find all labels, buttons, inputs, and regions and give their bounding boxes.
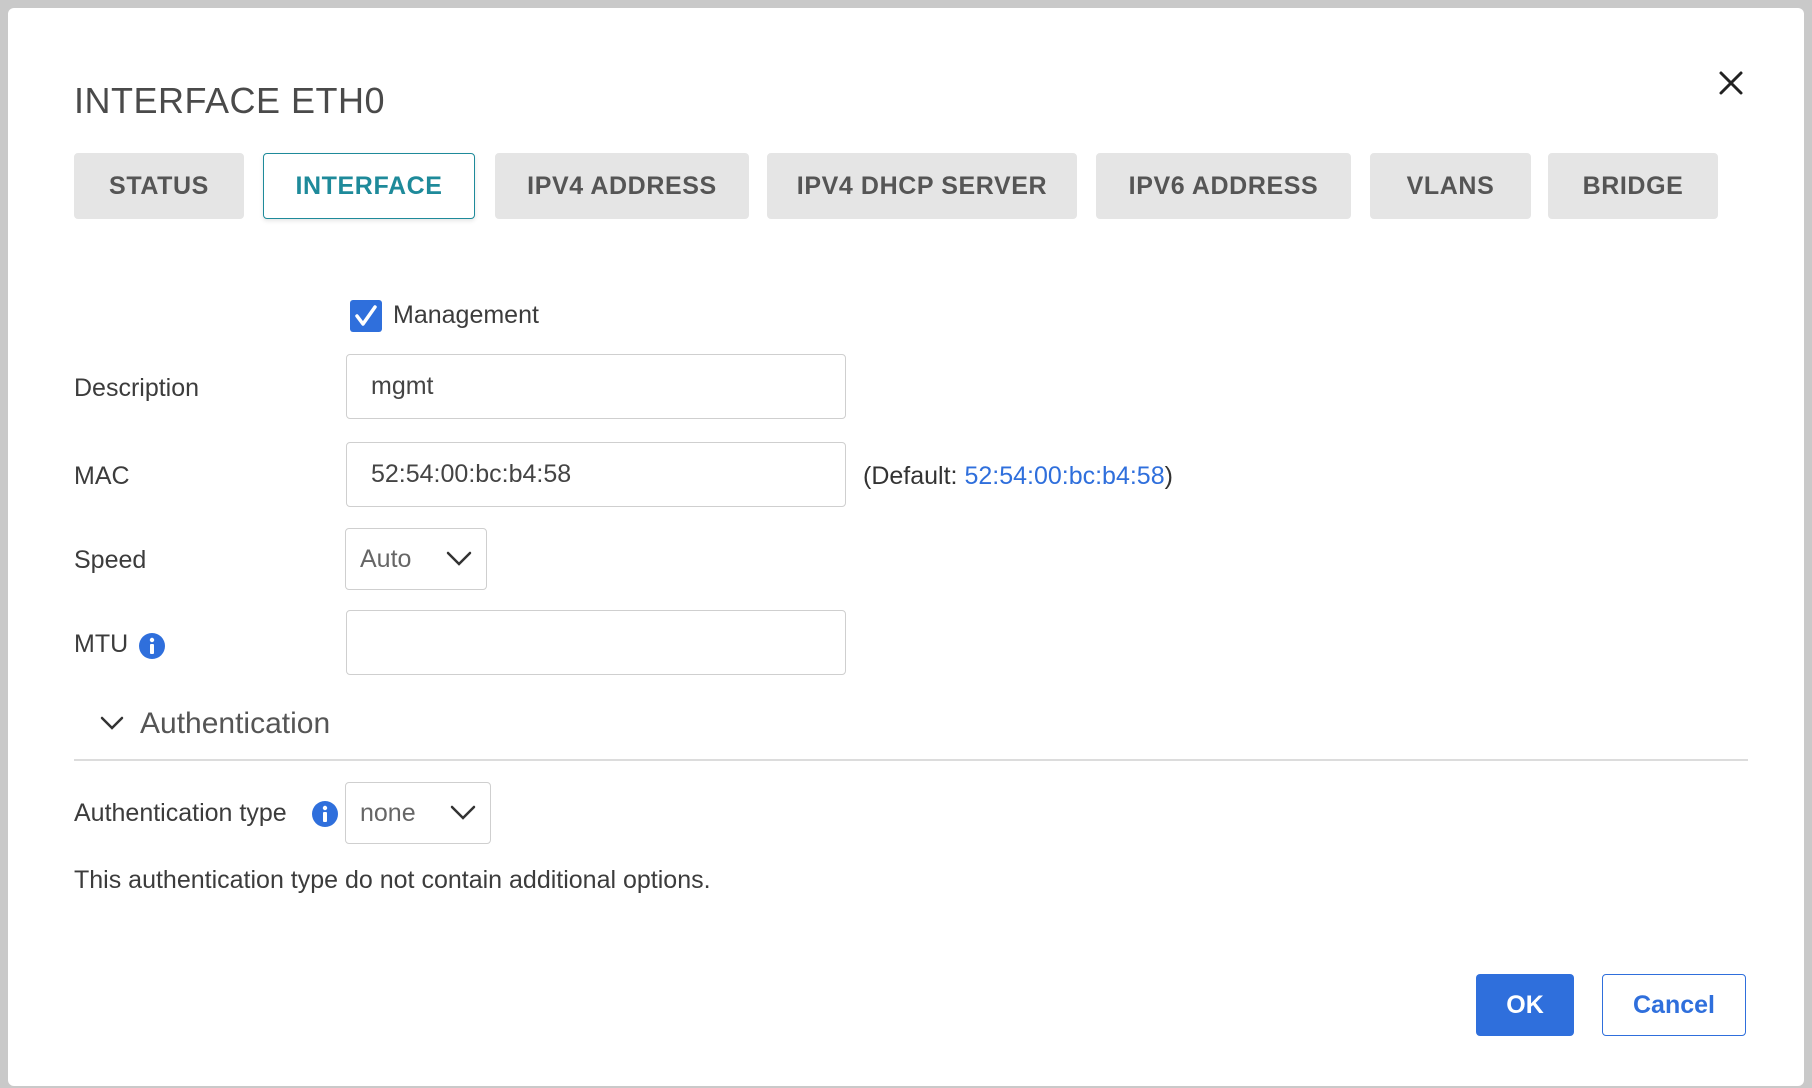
mac-default-suffix: ): [1164, 462, 1173, 490]
management-checkbox[interactable]: [350, 300, 382, 332]
cancel-button[interactable]: Cancel: [1602, 974, 1746, 1036]
close-icon[interactable]: [1714, 66, 1748, 100]
speed-select[interactable]: Auto: [345, 528, 487, 590]
authentication-type-label: Authentication type: [74, 799, 287, 827]
section-divider: [74, 759, 1748, 761]
description-input[interactable]: mgmt: [346, 354, 846, 419]
tab-bridge[interactable]: BRIDGE: [1548, 153, 1718, 219]
mac-default-link[interactable]: 52:54:00:bc:b4:58: [964, 462, 1164, 490]
authentication-type-value: none: [360, 798, 416, 827]
authentication-type-select[interactable]: none: [345, 782, 491, 844]
interface-dialog: INTERFACE ETH0 STATUS INTERFACE IPV4 ADD…: [8, 8, 1804, 1086]
tab-interface[interactable]: INTERFACE: [263, 153, 475, 219]
info-icon[interactable]: [311, 800, 339, 828]
mtu-input[interactable]: [346, 610, 846, 675]
authentication-section-toggle[interactable]: Authentication: [100, 704, 330, 744]
tab-vlans[interactable]: VLANS: [1370, 153, 1531, 219]
chevron-down-icon: [450, 805, 476, 820]
description-label: Description: [74, 374, 200, 402]
mac-label: MAC: [74, 462, 130, 490]
mac-default-prefix: (Default:: [863, 462, 965, 490]
tab-status[interactable]: STATUS: [74, 153, 244, 219]
ok-button[interactable]: OK: [1476, 974, 1574, 1036]
mac-default-hint: (Default: 52:54:00:bc:b4:58): [863, 462, 1173, 491]
mtu-label: MTU: [74, 630, 129, 658]
authentication-note: This authentication type do not contain …: [74, 866, 711, 894]
speed-value: Auto: [360, 544, 412, 573]
chevron-down-icon: [100, 716, 124, 730]
tab-ipv6-address[interactable]: IPV6 ADDRESS: [1096, 153, 1351, 219]
chevron-down-icon: [446, 551, 472, 566]
mac-input[interactable]: 52:54:00:bc:b4:58: [346, 442, 846, 507]
speed-label: Speed: [74, 546, 147, 574]
tab-ipv4-address[interactable]: IPV4 ADDRESS: [495, 153, 749, 219]
authentication-section-title: Authentication: [140, 707, 331, 740]
info-icon[interactable]: [138, 632, 166, 660]
management-label: Management: [393, 301, 539, 329]
tab-ipv4-dhcp-server[interactable]: IPV4 DHCP SERVER: [767, 153, 1077, 219]
dialog-title: INTERFACE ETH0: [74, 80, 386, 121]
